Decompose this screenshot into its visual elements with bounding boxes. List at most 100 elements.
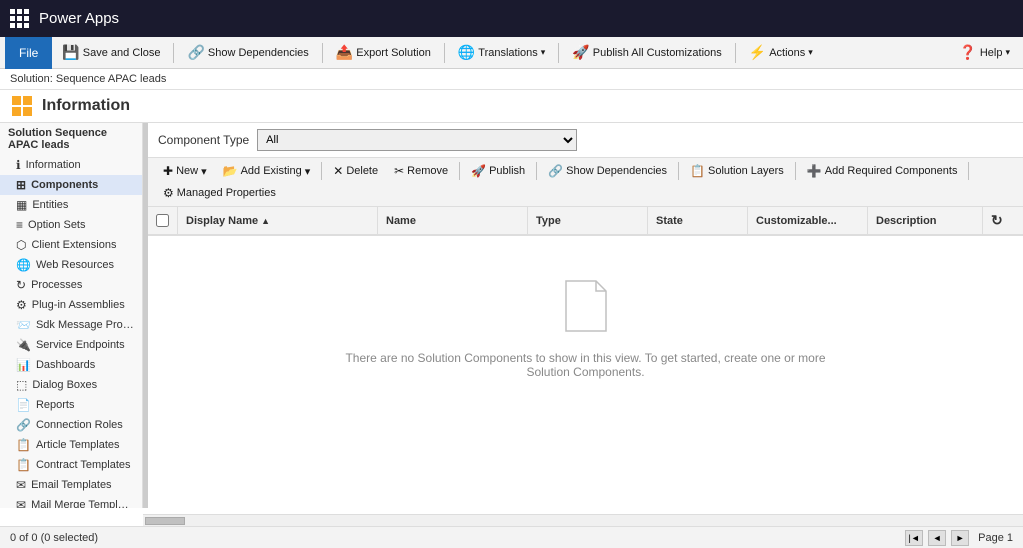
col-customizable[interactable]: Customizable... <box>748 207 868 234</box>
actions-button[interactable]: ⚡ Actions <box>741 40 821 65</box>
publish-icon: 🚀 <box>572 44 589 61</box>
component-type-label: Component Type <box>158 133 249 147</box>
add-required-button[interactable]: ➕ Add Required Components <box>800 161 965 181</box>
ct-sep-4 <box>678 162 679 180</box>
sidebar-label-15: Contract Templates <box>36 459 131 471</box>
sidebar-item-9[interactable]: 🔌Service Endpoints <box>0 335 142 355</box>
scrollbar-thumb[interactable] <box>145 517 185 525</box>
page-first-button[interactable]: |◄ <box>905 530 923 546</box>
sidebar-item-6[interactable]: ↻Processes <box>0 275 142 295</box>
sidebar-item-12[interactable]: 📄 Reports <box>0 395 142 415</box>
col-name[interactable]: Name <box>378 207 528 234</box>
ct-sep-5 <box>795 162 796 180</box>
page-next-button[interactable]: ► <box>951 530 969 546</box>
export-solution-button[interactable]: 📤 Export Solution <box>328 40 439 65</box>
sidebar-icon-2: ▦ <box>16 198 27 212</box>
delete-icon: ✕ <box>333 164 343 178</box>
col-display-name[interactable]: Display Name ▲ <box>178 207 378 234</box>
add-existing-dropdown-icon: ▾ <box>305 165 311 178</box>
publish-all-button[interactable]: 🚀 Publish All Customizations <box>564 40 729 65</box>
horizontal-scrollbar[interactable] <box>143 514 1023 526</box>
data-table: Display Name ▲ Name Type State Customiza… <box>148 207 1023 508</box>
sidebar-item-4[interactable]: ⬡Client Extensions <box>0 235 142 255</box>
component-type-select[interactable]: AllEntitiesOption SetsWeb ResourcesProce… <box>257 129 577 151</box>
sidebar-label-10: Dashboards <box>36 359 95 371</box>
sidebar-icon-5: 🌐 <box>16 258 31 272</box>
managed-properties-button[interactable]: ⚙ Managed Properties <box>156 183 283 203</box>
sidebar-item-15[interactable]: 📋 Contract Templates <box>0 455 142 475</box>
app-title: Power Apps <box>39 10 119 27</box>
toolbar-separator-5 <box>735 43 736 63</box>
sidebar-label-1: Components <box>31 179 98 191</box>
help-button[interactable]: ❓ Help <box>951 40 1018 65</box>
col-type[interactable]: Type <box>528 207 648 234</box>
show-dependencies-button[interactable]: 🔗 Show Dependencies <box>179 40 316 65</box>
ct-sep-6 <box>968 162 969 180</box>
sidebar-icon-7: ⚙ <box>16 298 27 312</box>
save-icon: 💾 <box>62 44 79 61</box>
content-area: Component Type AllEntitiesOption SetsWeb… <box>148 123 1023 508</box>
col-state[interactable]: State <box>648 207 748 234</box>
ct-sep-3 <box>536 162 537 180</box>
sidebar-item-0[interactable]: ℹInformation <box>0 155 142 175</box>
remove-button[interactable]: ✂ Remove <box>387 161 455 181</box>
content-toolbar: ✚ New ▾ 📂 Add Existing ▾ ✕ Delete ✂ Remo… <box>148 158 1023 207</box>
status-bar: 0 of 0 (0 selected) |◄ ◄ ► Page 1 <box>0 526 1023 548</box>
add-existing-button[interactable]: 📂 Add Existing ▾ <box>216 161 318 181</box>
sidebar-icon-9: 🔌 <box>16 338 31 352</box>
solution-layers-button[interactable]: 📋 Solution Layers <box>683 161 791 181</box>
translations-button[interactable]: 🌐 Translations <box>450 40 553 65</box>
sidebar-item-13[interactable]: 🔗Connection Roles <box>0 415 142 435</box>
publish-icon: 🚀 <box>471 164 486 178</box>
sidebar-section-label: Solution Sequence APAC leads <box>8 127 134 151</box>
show-deps-button[interactable]: 🔗 Show Dependencies <box>541 161 674 181</box>
page-title: Information <box>42 97 130 115</box>
sidebar-label-8: Sdk Message Processi... <box>36 319 134 331</box>
page-header: Information <box>0 90 1023 123</box>
sidebar-item-8[interactable]: 📨 Sdk Message Processi... <box>0 315 142 335</box>
table-header: Display Name ▲ Name Type State Customiza… <box>148 207 1023 236</box>
sidebar-item-3[interactable]: ≡Option Sets <box>0 215 142 235</box>
sidebar-label-14: Article Templates <box>36 439 120 451</box>
actions-icon: ⚡ <box>749 44 766 61</box>
col-description[interactable]: Description <box>868 207 983 234</box>
sidebar-icon-8: 📨 <box>16 318 31 332</box>
page-prev-button[interactable]: ◄ <box>928 530 946 546</box>
sidebar-label-12: Reports <box>36 399 75 411</box>
col-refresh[interactable]: ↻ <box>983 207 1023 234</box>
publish-button[interactable]: 🚀 Publish <box>464 161 532 181</box>
sidebar-item-11[interactable]: ⬚ Dialog Boxes <box>0 375 142 395</box>
sidebar-icon-16: ✉ <box>16 478 26 492</box>
add-existing-icon: 📂 <box>223 164 238 178</box>
sidebar-icon-14: 📋 <box>16 438 31 452</box>
new-button[interactable]: ✚ New ▾ <box>156 161 214 181</box>
save-and-close-button[interactable]: 💾 Save and Close <box>54 40 168 65</box>
sidebar-icon-11: ⬚ <box>16 378 27 392</box>
empty-state-message: There are no Solution Components to show… <box>336 351 836 379</box>
sidebar-item-2[interactable]: ▦Entities <box>0 195 142 215</box>
select-all-checkbox[interactable] <box>156 214 169 227</box>
sidebar-item-7[interactable]: ⚙Plug-in Assemblies <box>0 295 142 315</box>
sidebar-icon-15: 📋 <box>16 458 31 472</box>
file-button[interactable]: File <box>5 37 52 69</box>
sidebar-item-5[interactable]: 🌐Web Resources <box>0 255 142 275</box>
pagination: |◄ ◄ ► Page 1 <box>905 530 1013 546</box>
sidebar-item-16[interactable]: ✉ Email Templates <box>0 475 142 495</box>
sidebar-section-solution[interactable]: Solution Sequence APAC leads <box>0 123 142 155</box>
page-header-icon <box>10 94 34 118</box>
delete-button[interactable]: ✕ Delete <box>326 161 385 181</box>
add-required-icon: ➕ <box>807 164 822 178</box>
apps-grid-icon[interactable] <box>10 9 29 28</box>
sidebar-item-17[interactable]: ✉Mail Merge Templates <box>0 495 142 508</box>
sidebar-icon-1: ⊞ <box>16 178 26 192</box>
sidebar-label-16: Email Templates <box>31 479 112 491</box>
sidebar-item-10[interactable]: 📊Dashboards <box>0 355 142 375</box>
sidebar-item-1[interactable]: ⊞ Components <box>0 175 142 195</box>
sidebar-icon-12: 📄 <box>16 398 31 412</box>
refresh-icon[interactable]: ↻ <box>991 212 1003 229</box>
ct-sep-1 <box>321 162 322 180</box>
sidebar-label-11: Dialog Boxes <box>32 379 97 391</box>
layers-icon: 📋 <box>690 164 705 178</box>
toolbar-separator-2 <box>322 43 323 63</box>
sidebar-item-14[interactable]: 📋 Article Templates <box>0 435 142 455</box>
